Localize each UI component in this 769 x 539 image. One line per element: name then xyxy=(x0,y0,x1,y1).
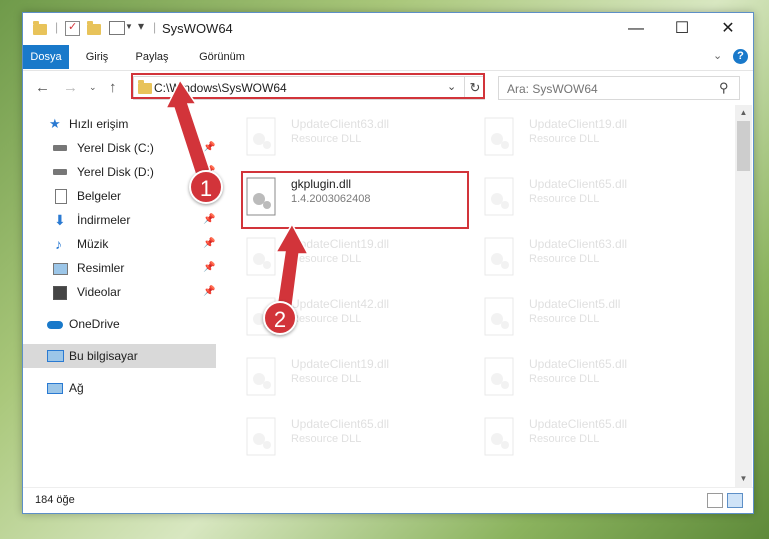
file-item[interactable]: UpdateClient65.dll Resource DLL xyxy=(461,409,691,465)
close-button[interactable]: ✕ xyxy=(705,13,751,44)
up-arrow-icon[interactable]: ↑ xyxy=(109,79,117,96)
ribbon-expand-icon[interactable]: ⌄ xyxy=(713,49,722,62)
file-item[interactable]: UpdateClient42.dll Resource DLL xyxy=(223,289,453,345)
nav-item-music[interactable]: ♪ Müzik 📌 xyxy=(23,232,216,256)
music-icon: ♪ xyxy=(55,236,62,252)
item-count: 184 öğe xyxy=(35,494,75,506)
dll-file-icon xyxy=(483,417,517,457)
recent-locations-icon[interactable]: ⌄ xyxy=(89,82,97,93)
dll-file-icon xyxy=(483,237,517,277)
dll-file-icon xyxy=(483,297,517,337)
star-icon: ★ xyxy=(49,116,61,131)
pin-icon[interactable]: 📌 xyxy=(203,136,215,160)
tab-share[interactable]: Paylaş xyxy=(131,45,173,69)
file-item[interactable]: UpdateClient63.dll Resource DLL xyxy=(461,229,691,285)
minimize-button[interactable]: — xyxy=(613,13,659,44)
ribbon-tabs: Dosya Giriş Paylaş Görünüm ⌄ ? xyxy=(23,45,753,69)
scroll-up-icon[interactable]: ▲ xyxy=(735,105,752,121)
status-bar: 184 öğe xyxy=(23,487,753,513)
properties-icon[interactable]: ✓ xyxy=(65,21,80,36)
vertical-scrollbar[interactable]: ▲ ▼ xyxy=(735,105,752,487)
search-box[interactable]: ⚲ xyxy=(498,76,740,100)
step-badge-2: 2 xyxy=(263,301,297,335)
chevron-down-icon[interactable]: ▼ xyxy=(125,22,133,31)
scroll-down-icon[interactable]: ▼ xyxy=(735,471,752,487)
explorer-window: | ✓ ▼ ▾ | SysWOW64 — ☐ ✕ Dosya Giriş Pay… xyxy=(22,12,754,514)
pin-icon[interactable]: 📌 xyxy=(203,256,215,280)
separator: | xyxy=(55,20,59,34)
details-view-icon[interactable] xyxy=(707,493,723,508)
dll-file-icon xyxy=(483,117,517,157)
file-item[interactable]: UpdateClient19.dll Resource DLL xyxy=(461,109,691,165)
back-arrow-icon[interactable]: ← xyxy=(35,79,50,96)
dll-file-icon xyxy=(245,237,279,277)
pin-icon[interactable]: 📌 xyxy=(203,232,215,256)
nav-item-pictures[interactable]: Resimler 📌 xyxy=(23,256,216,280)
help-icon[interactable]: ? xyxy=(733,49,748,64)
nav-item-videos[interactable]: Videolar 📌 xyxy=(23,280,216,304)
network-icon xyxy=(47,383,63,394)
drive-icon xyxy=(53,169,67,175)
video-icon xyxy=(53,286,67,300)
nav-item-network[interactable]: Ağ xyxy=(23,376,216,400)
search-input[interactable] xyxy=(505,80,709,98)
customize-toolbar-icon[interactable]: ▾ xyxy=(138,19,144,33)
forward-arrow-icon[interactable]: → xyxy=(63,79,78,96)
nav-item-drive-d[interactable]: Yerel Disk (D:) 📌 xyxy=(23,160,216,184)
file-item[interactable]: UpdateClient5.dll Resource DLL xyxy=(461,289,691,345)
nav-item-documents[interactable]: Belgeler xyxy=(23,184,216,208)
maximize-button[interactable]: ☐ xyxy=(659,13,705,44)
nav-item-downloads[interactable]: ⬇ İndirmeler 📌 xyxy=(23,208,216,232)
nav-item-onedrive[interactable]: OneDrive xyxy=(23,312,216,336)
navigation-pane: ★ Hızlı erişim Yerel Disk (C:) 📌 Yerel D… xyxy=(23,105,216,487)
window-title: SysWOW64 xyxy=(162,21,233,36)
nav-item-quick-access[interactable]: ★ Hızlı erişim xyxy=(23,112,216,136)
file-item[interactable]: UpdateClient19.dll Resource DLL xyxy=(223,229,453,285)
title-bar: | ✓ ▼ ▾ | SysWOW64 — ☐ ✕ xyxy=(23,13,753,45)
drive-icon xyxy=(53,145,67,151)
address-row: ← → ⌄ ↑ C:\Windows\SysWOW64 ⌄ ↻ ⚲ xyxy=(23,70,753,105)
tab-home[interactable]: Giriş xyxy=(79,45,115,69)
pin-icon[interactable]: 📌 xyxy=(203,208,215,232)
pin-icon[interactable]: 📌 xyxy=(203,280,215,304)
download-icon: ⬇ xyxy=(54,212,66,228)
computer-icon xyxy=(47,350,64,362)
separator: | xyxy=(153,20,157,34)
dll-file-icon xyxy=(245,117,279,157)
tiles-view-icon[interactable] xyxy=(727,493,743,508)
cloud-icon xyxy=(47,321,63,329)
step-badge-1: 1 xyxy=(189,170,223,204)
search-icon[interactable]: ⚲ xyxy=(719,80,729,96)
dll-file-icon xyxy=(483,177,517,217)
file-list: UpdateClient63.dll Resource DLL gkplugin… xyxy=(223,105,733,487)
nav-item-this-pc[interactable]: Bu bilgisayar xyxy=(23,344,216,368)
pictures-icon xyxy=(53,263,68,275)
view-toggle-icon[interactable] xyxy=(109,21,125,35)
scroll-thumb[interactable] xyxy=(737,121,750,171)
tab-view[interactable]: Görünüm xyxy=(193,45,251,69)
dll-file-icon xyxy=(483,357,517,397)
file-item[interactable]: UpdateClient65.dll Resource DLL xyxy=(461,349,691,405)
dll-file-icon xyxy=(245,417,279,457)
document-icon xyxy=(55,189,67,204)
file-item[interactable]: UpdateClient19.dll Resource DLL xyxy=(223,349,453,405)
file-highlight-box xyxy=(241,171,469,229)
file-item[interactable]: UpdateClient63.dll Resource DLL xyxy=(223,109,453,165)
address-highlight-box xyxy=(131,73,485,99)
file-item[interactable]: UpdateClient65.dll Resource DLL xyxy=(461,169,691,225)
tab-file[interactable]: Dosya xyxy=(23,45,69,69)
nav-item-drive-c[interactable]: Yerel Disk (C:) 📌 xyxy=(23,136,216,160)
file-item[interactable]: UpdateClient65.dll Resource DLL xyxy=(223,409,453,465)
dll-file-icon xyxy=(245,357,279,397)
